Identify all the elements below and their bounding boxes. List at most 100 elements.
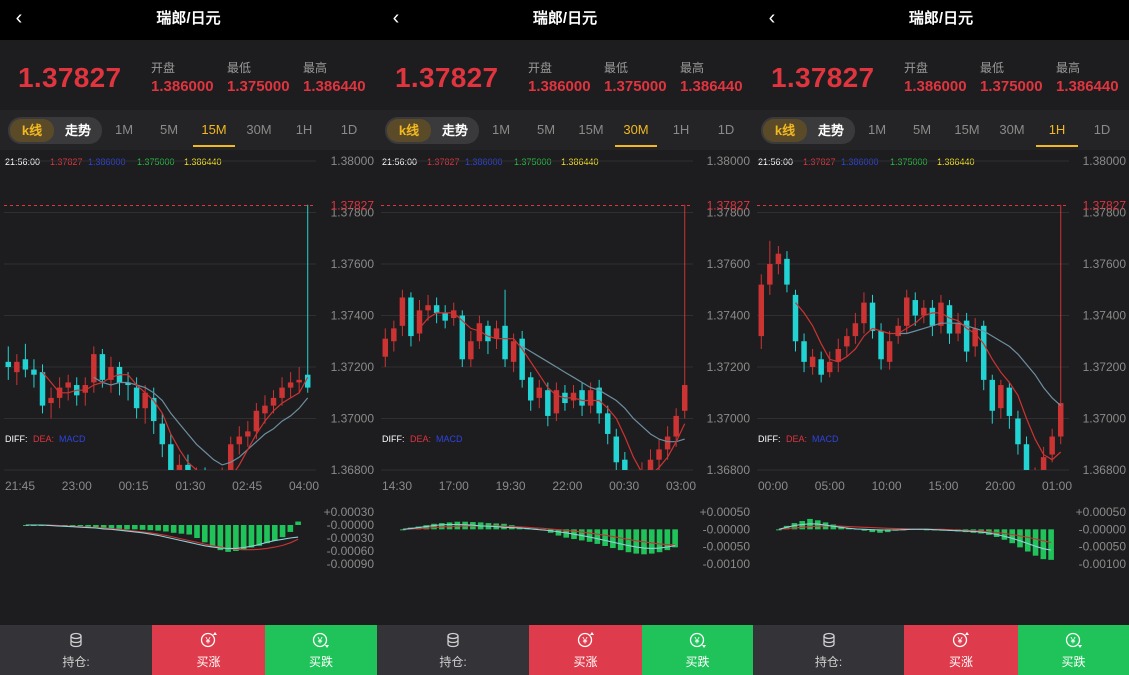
tab-5m[interactable]: 5M [149, 110, 189, 150]
high-label: 最高 [303, 61, 328, 75]
tab-1d[interactable]: 1D [706, 110, 746, 150]
tab-1m[interactable]: 1M [857, 110, 897, 150]
candle [304, 204, 311, 393]
candle [73, 377, 80, 406]
panel-30m: ‹ 瑞郎/日元 1.37827 开盘 最低 最高 1.386000 1.3750… [377, 0, 753, 675]
candle-body [416, 310, 423, 334]
tab-15m[interactable]: 15M [947, 110, 987, 150]
hold-label: 持仓: [439, 655, 467, 669]
kline-chart[interactable]: 21:56:00 1.37827 1.386000 1.375000 1.386… [377, 150, 753, 625]
macd-bar [233, 525, 239, 551]
candle-body [835, 348, 842, 362]
tab-5m[interactable]: 5M [902, 110, 942, 150]
tab-1h[interactable]: 1H [284, 110, 324, 150]
tab-1h[interactable]: 1H [1036, 110, 1078, 150]
tab-1h[interactable]: 1H [661, 110, 701, 150]
hold-label: 持仓: [814, 655, 843, 669]
macd-bar [1009, 529, 1016, 544]
candle [818, 351, 824, 383]
y-tick-label: 1.37600 [331, 257, 375, 271]
candle-body [5, 361, 12, 367]
high-value: 1.386440 [303, 78, 366, 95]
y-tick-label: 1.38000 [331, 154, 375, 168]
candle [82, 377, 89, 406]
macd-bar [271, 525, 278, 541]
candle [775, 245, 782, 275]
macd-bar [116, 525, 123, 529]
tab-15m[interactable]: 15M [571, 110, 611, 150]
hold-button[interactable]: 持仓: [0, 625, 152, 675]
candle [287, 372, 294, 398]
candle-body [168, 444, 174, 470]
low-value: 1.375000 [980, 78, 1043, 95]
tab-trend[interactable]: 走势 [56, 119, 100, 142]
candle [1023, 436, 1030, 470]
candle [681, 204, 688, 419]
info-high: 1.386440 [937, 157, 975, 167]
candle [801, 333, 807, 373]
buy-up-button[interactable]: ¥ 买涨 [904, 625, 1018, 675]
high-value: 1.386440 [680, 78, 743, 95]
info-low: 1.375000 [514, 157, 552, 167]
buy-down-button[interactable]: ¥ 买跌 [1018, 625, 1129, 675]
y-tick-label: 1.36800 [1083, 463, 1127, 477]
candle [792, 289, 799, 352]
buy-down-button[interactable]: ¥ 买跌 [642, 625, 753, 675]
candle-body [647, 459, 654, 470]
svg-text:¥: ¥ [1069, 636, 1076, 646]
current-price: 1.37827 [395, 62, 499, 93]
macd-bar [602, 529, 608, 546]
tab-kline[interactable]: k线 [763, 119, 807, 142]
macd-legend-dea: DEA: [410, 434, 431, 444]
hold-button[interactable]: 持仓: [377, 625, 529, 675]
macd-legend-macd: MACD [59, 434, 86, 444]
info-low: 1.375000 [137, 157, 175, 167]
macd-tick-label: +0.00050 [700, 505, 751, 519]
candle [852, 312, 859, 344]
x-tick-label: 17:00 [439, 479, 469, 493]
candle-body [1032, 475, 1037, 485]
macd-tick-label: -0.00000 [703, 522, 751, 536]
buy-down-button[interactable]: ¥ 买跌 [265, 625, 377, 675]
tab-1d[interactable]: 1D [329, 110, 369, 150]
tab-kline[interactable]: k线 [387, 119, 431, 142]
y-tick-label: 1.37400 [707, 309, 751, 323]
tab-trend[interactable]: 走势 [433, 119, 477, 142]
macd-tick-label: +0.00030 [324, 505, 375, 519]
tab-30m[interactable]: 30M [615, 110, 657, 150]
candle [485, 320, 491, 355]
candle-body [485, 325, 491, 342]
low-label: 最低 [604, 61, 629, 75]
buy-up-button[interactable]: ¥ 买涨 [529, 625, 642, 675]
info-time: 21:56:00 [758, 157, 793, 167]
buy-up-button[interactable]: ¥ 买涨 [152, 625, 265, 675]
hold-button[interactable]: 持仓: [753, 625, 904, 675]
tab-1d[interactable]: 1D [1082, 110, 1122, 150]
candle [946, 300, 953, 344]
tab-kline[interactable]: k线 [10, 119, 54, 142]
candle [536, 379, 543, 409]
kline-chart[interactable]: 21:56:00 1.37827 1.386000 1.375000 1.386… [0, 150, 377, 625]
macd-bar [431, 523, 437, 530]
tab-30m[interactable]: 30M [239, 110, 279, 150]
tab-1m[interactable]: 1M [104, 110, 144, 150]
macd-tick-label: -0.00000 [1079, 522, 1127, 536]
candle [236, 426, 243, 455]
low-value: 1.375000 [604, 78, 667, 95]
y-tick-label: 1.37400 [331, 309, 375, 323]
tab-trend[interactable]: 走势 [809, 119, 853, 142]
tab-5m[interactable]: 5M [526, 110, 566, 150]
kline-chart[interactable]: 21:56:00 1.37827 1.386000 1.375000 1.386… [753, 150, 1129, 625]
tab-15m[interactable]: 15M [193, 110, 235, 150]
candle [844, 328, 850, 357]
x-tick-label: 00:00 [758, 479, 788, 493]
candle-body [159, 423, 166, 445]
candle-body [545, 390, 551, 416]
tab-30m[interactable]: 30M [992, 110, 1032, 150]
candle-body [792, 294, 799, 342]
panel-15m: ‹ 瑞郎/日元 1.37827 开盘 最低 最高 1.386000 1.3750… [0, 0, 377, 675]
low-value: 1.375000 [227, 78, 290, 95]
candle-body [270, 397, 277, 406]
tab-1m[interactable]: 1M [481, 110, 521, 150]
candle [886, 330, 893, 370]
